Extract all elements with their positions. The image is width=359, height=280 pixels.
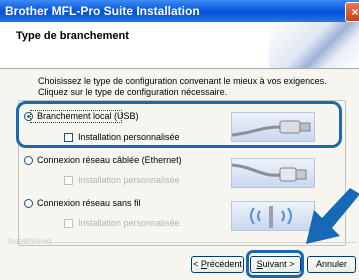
installer-window: Brother MFL-Pro Suite Installation × Typ…: [0, 0, 359, 280]
ethernet-cable-icon: [231, 158, 315, 188]
cancel-button[interactable]: Annuler: [307, 256, 356, 273]
checkbox-ethernet[interactable]: [64, 175, 73, 185]
back-button[interactable]: < Précédent: [191, 256, 244, 273]
radio-button-wireless[interactable]: [24, 198, 33, 208]
window-title: Brother MFL-Pro Suite Installation: [5, 4, 200, 18]
header-panel: Type de branchement: [0, 22, 359, 69]
checkbox-label-ethernet: Installation personnalisée: [78, 175, 180, 185]
checkbox-custom-ethernet[interactable]: Installation personnalisée: [64, 175, 180, 185]
usb-option-highlight: [16, 101, 342, 148]
instruction-line-2: Cliquez sur le type de configuration néc…: [38, 87, 228, 97]
instruction-text: Choisissez le type de configuration conv…: [38, 76, 338, 98]
pointer-arrow-icon: [306, 188, 359, 244]
close-button[interactable]: ×: [345, 2, 359, 22]
checkbox-wireless[interactable]: [64, 218, 73, 228]
radio-button-ethernet[interactable]: [24, 155, 33, 165]
checkbox-custom-wireless[interactable]: Installation personnalisée: [64, 218, 180, 228]
radio-label-ethernet: Connexion réseau câblée (Ethernet): [37, 155, 182, 165]
radio-ethernet[interactable]: Connexion réseau câblée (Ethernet): [24, 155, 182, 165]
radio-wireless[interactable]: Connexion réseau sans fil: [24, 198, 141, 208]
next-button-highlight: [246, 250, 304, 278]
radio-label-wireless: Connexion réseau sans fil: [37, 198, 141, 208]
instruction-line-1: Choisissez le type de configuration conv…: [38, 76, 327, 86]
header-banner-image: [269, 22, 359, 68]
title-bar: Brother MFL-Pro Suite Installation ×: [0, 0, 359, 22]
checkbox-label-wireless: Installation personnalisée: [78, 218, 180, 228]
page-title: Type de branchement: [16, 30, 129, 42]
